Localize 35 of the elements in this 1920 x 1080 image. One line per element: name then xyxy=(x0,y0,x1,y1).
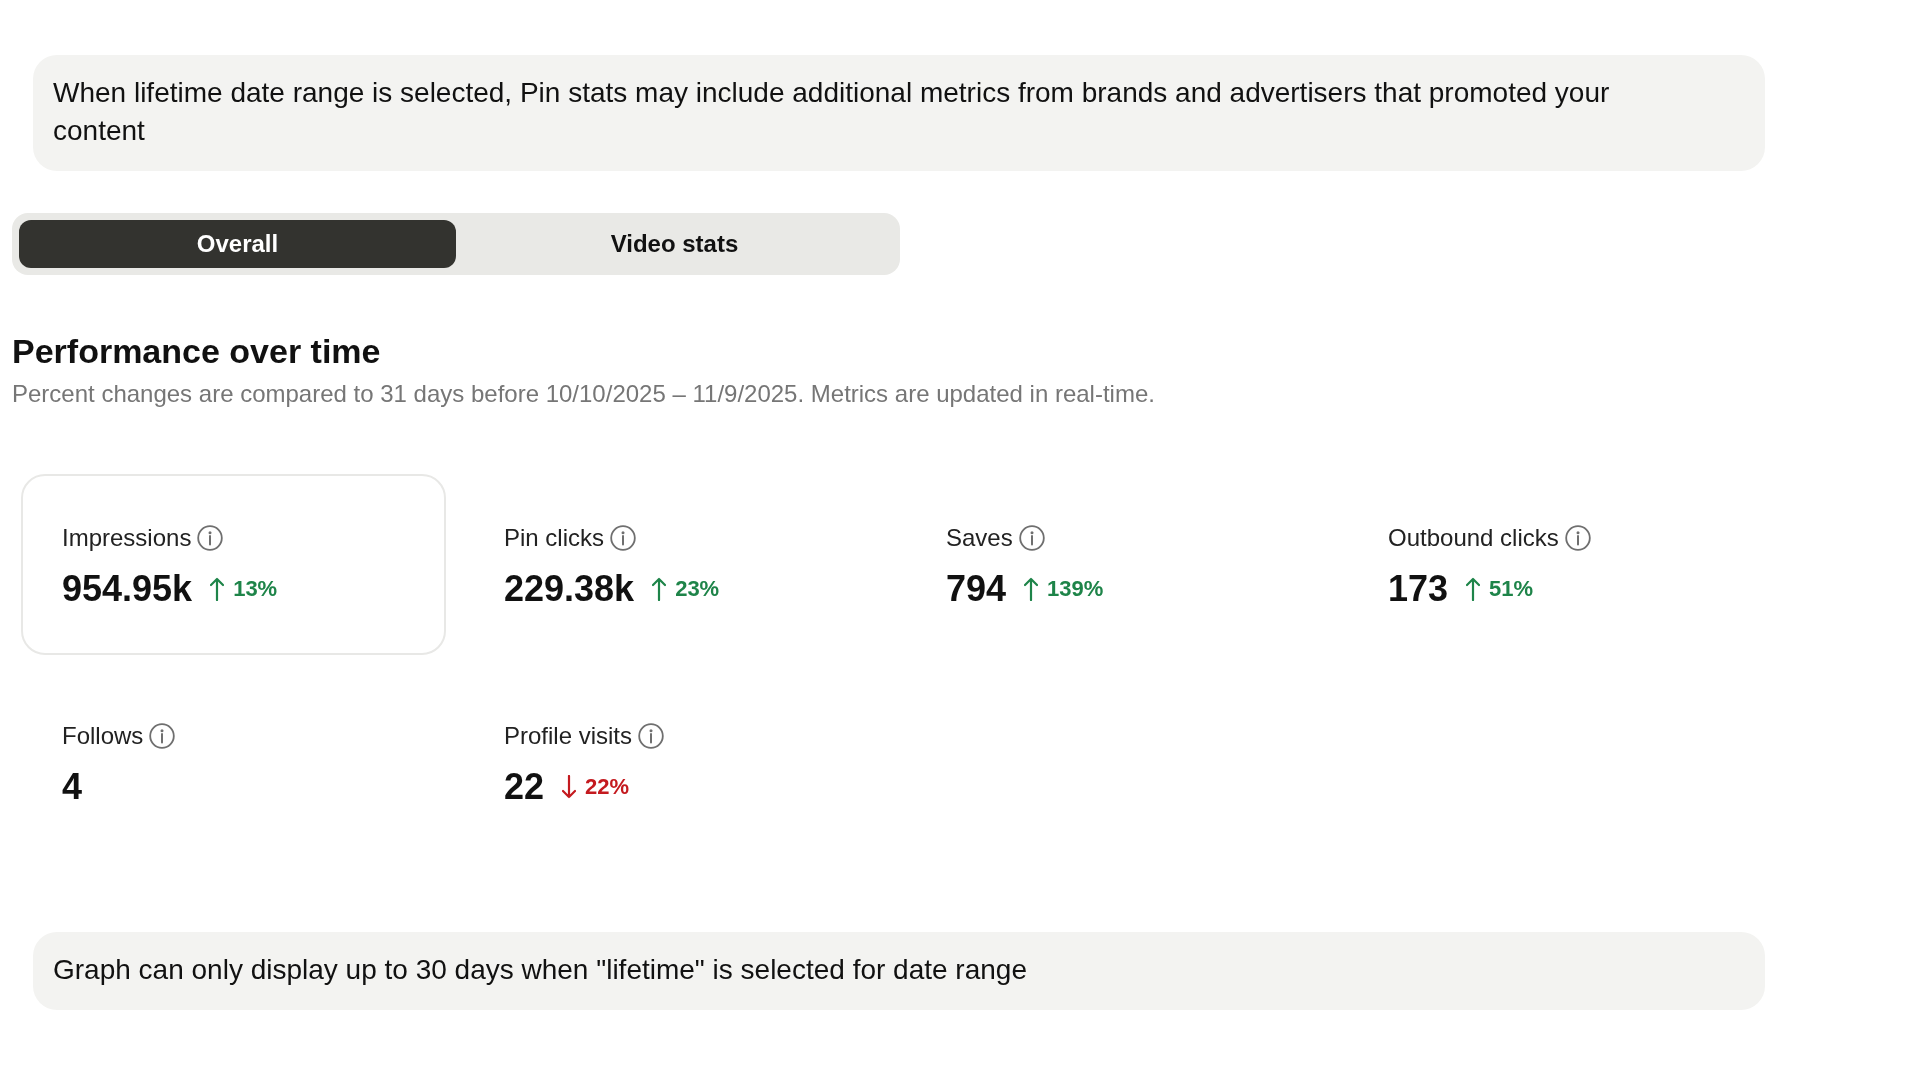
metric-label: Impressions xyxy=(62,524,192,552)
metric-card[interactable]: Outbound clicks 173 51% xyxy=(1347,474,1772,655)
metric-value: 173 xyxy=(1388,568,1449,610)
metric-value: 22 xyxy=(504,766,545,808)
banner-text: When lifetime date range is selected, Pin stats may include additional metrics from brands and advertisers that promoted your content xyxy=(53,76,1611,148)
info-icon[interactable] xyxy=(638,723,665,749)
percent-change: 13% xyxy=(233,575,278,603)
metric-value: 4 xyxy=(62,766,83,808)
percent-change: 139% xyxy=(1047,575,1104,603)
percent-change: 23% xyxy=(675,575,720,603)
section-title: Performance over time xyxy=(12,332,381,370)
banner-text: Graph can only display up to 30 days when "lifetime" is selected for date range xyxy=(53,953,1027,987)
section-subtitle: Percent changes are compared to 31 days before 10/10/2025 – 11/9/2025. Metrics are updated in real-time. xyxy=(12,380,1155,408)
metric-card[interactable]: Profile visits 22 22% xyxy=(463,672,888,853)
percent-change: 51% xyxy=(1489,575,1534,603)
tab[interactable]: Overall xyxy=(19,220,456,268)
tab[interactable]: Video stats xyxy=(456,220,893,268)
metric-card[interactable]: Saves 794 139% xyxy=(905,474,1330,655)
metric-value: 794 xyxy=(946,568,1007,610)
info-icon[interactable] xyxy=(197,525,224,551)
metric-value: 229.38k xyxy=(504,568,635,610)
metric-card[interactable]: Pin clicks 229.38k 23% xyxy=(463,474,888,655)
metric-card[interactable]: Follows 4 xyxy=(21,672,446,853)
metric-card[interactable]: Impressions 954.95k 13% xyxy=(21,474,446,655)
metric-label: Pin clicks xyxy=(504,524,605,552)
info-icon[interactable] xyxy=(1018,525,1045,551)
metric-label: Profile visits xyxy=(504,722,633,750)
metric-value: 954.95k xyxy=(62,568,193,610)
percent-change: 22% xyxy=(585,773,630,801)
info-icon[interactable] xyxy=(1564,525,1591,551)
metric-label: Saves xyxy=(946,524,1013,552)
metric-label: Follows xyxy=(62,722,144,750)
info-icon[interactable] xyxy=(149,723,176,749)
info-icon[interactable] xyxy=(610,525,637,551)
metric-label: Outbound clicks xyxy=(1388,524,1559,552)
